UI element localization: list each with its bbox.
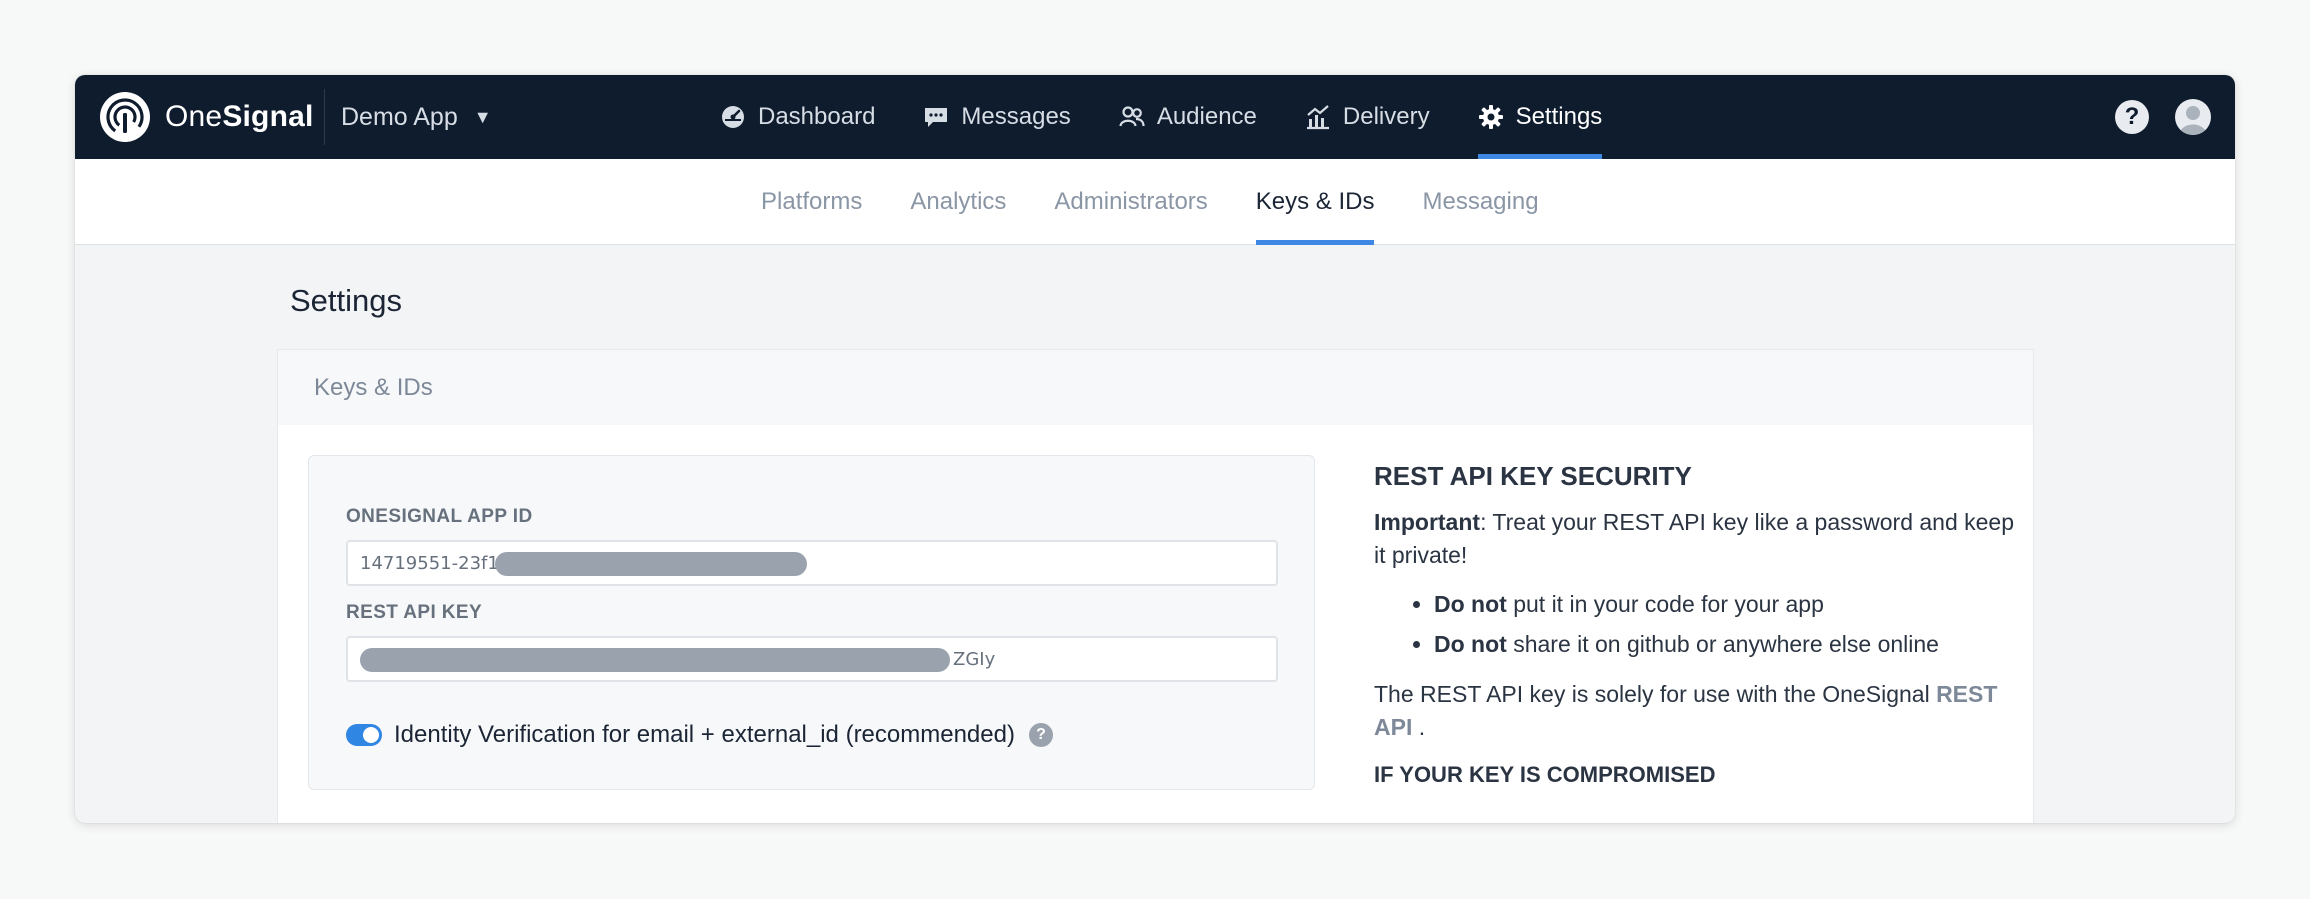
redacted-mask — [495, 552, 807, 576]
gear-icon — [1478, 104, 1504, 130]
nav-item-dashboard[interactable]: Dashboard — [720, 75, 875, 159]
settings-subnav: Platforms Analytics Administrators Keys … — [75, 159, 2235, 245]
rest-api-key-field[interactable]: ZGIy — [346, 636, 1278, 682]
tab-keys-and-ids[interactable]: Keys & IDs — [1255, 159, 1374, 245]
nav-item-label: Settings — [1515, 103, 1603, 130]
delivery-icon — [1305, 104, 1331, 130]
compromised-heading: IF YOUR KEY IS COMPROMISED — [1374, 762, 1716, 787]
app-selector[interactable]: Demo App ▼ — [341, 99, 492, 135]
app-selector-label: Demo App — [341, 102, 458, 131]
page-title: Settings — [290, 283, 403, 318]
help-button[interactable]: ? — [2115, 100, 2149, 134]
bullet-text: put it in your code for your app — [1506, 591, 1824, 617]
nav-item-label: Messages — [961, 103, 1071, 130]
nav-item-label: Delivery — [1342, 103, 1430, 130]
usage-end: . — [1412, 714, 1426, 740]
nav-divider — [324, 89, 325, 145]
identity-verification-toggle[interactable] — [346, 724, 382, 746]
keys-ids-card: Keys & IDs ONESIGNAL APP ID 14719551-23f… — [277, 349, 2034, 823]
redacted-mask — [360, 648, 950, 672]
important-note: Important: Treat your REST API key like … — [1374, 506, 2014, 572]
nav-item-messages[interactable]: Messages — [923, 75, 1071, 159]
onesignal-logo[interactable]: OneSignal — [99, 91, 314, 143]
messages-icon — [923, 104, 949, 130]
identity-verification-label: Identity Verification for email + extern… — [394, 721, 1015, 748]
bullet-text: share it on github or anywhere else onli… — [1506, 631, 1939, 657]
brand-name: OneSignal — [165, 100, 314, 134]
keys-panel: ONESIGNAL APP ID 14719551-23f1 REST API … — [308, 455, 1315, 790]
caret-down-icon: ▼ — [473, 106, 492, 127]
nav-item-label: Audience — [1156, 103, 1257, 130]
nav-item-settings[interactable]: Settings — [1477, 75, 1603, 159]
nav-item-label: Dashboard — [758, 103, 876, 130]
brand-name-part1: One — [165, 100, 223, 133]
avatar[interactable] — [2175, 99, 2211, 135]
bullet-bold: Do not — [1434, 591, 1507, 617]
app-id-value: 14719551-23f1 — [360, 553, 499, 574]
rest-api-key-value: ZGIy — [953, 649, 996, 670]
usage-note: The REST API key is solely for use with … — [1374, 678, 2014, 744]
app-window: OneSignal Demo App ▼ Dashboard Messages — [75, 75, 2235, 823]
important-label: Important — [1374, 509, 1481, 535]
usage-text: The REST API key is solely for use with … — [1374, 681, 1937, 707]
list-item: Do not put it in your code for your app — [1434, 584, 2014, 624]
main-nav: Dashboard Messages Audience Delivery Set… — [720, 75, 1650, 159]
tab-analytics[interactable]: Analytics — [910, 159, 1006, 245]
help-icon[interactable]: ? — [1028, 723, 1053, 747]
nav-item-delivery[interactable]: Delivery — [1305, 75, 1430, 159]
tab-messaging[interactable]: Messaging — [1422, 159, 1538, 245]
top-navigation: OneSignal Demo App ▼ Dashboard Messages — [75, 75, 2235, 159]
user-icon — [2179, 106, 2207, 135]
security-bullets: Do not put it in your code for your app … — [1434, 584, 2014, 664]
app-id-label: ONESIGNAL APP ID — [346, 506, 533, 527]
app-id-field[interactable]: 14719551-23f1 — [346, 540, 1278, 586]
rest-api-key-label: REST API KEY — [346, 602, 483, 623]
rest-api-security-info: REST API KEY SECURITY Important: Treat y… — [1374, 455, 2014, 788]
dashboard-icon — [720, 104, 746, 130]
security-heading: REST API KEY SECURITY — [1374, 461, 1692, 491]
tab-platforms[interactable]: Platforms — [761, 159, 862, 245]
tab-administrators[interactable]: Administrators — [1054, 159, 1207, 245]
nav-item-audience[interactable]: Audience — [1119, 75, 1257, 159]
audience-icon — [1119, 104, 1145, 130]
card-header: Keys & IDs — [278, 350, 2033, 425]
identity-verification-row: Identity Verification for email + extern… — [346, 721, 1053, 749]
subnav-tabs: Platforms Analytics Administrators Keys … — [761, 159, 1587, 245]
list-item: Do not share it on github or anywhere el… — [1434, 624, 2014, 664]
onesignal-logo-icon — [100, 92, 150, 142]
bullet-bold: Do not — [1434, 631, 1507, 657]
brand-name-part2: Signal — [222, 100, 314, 133]
